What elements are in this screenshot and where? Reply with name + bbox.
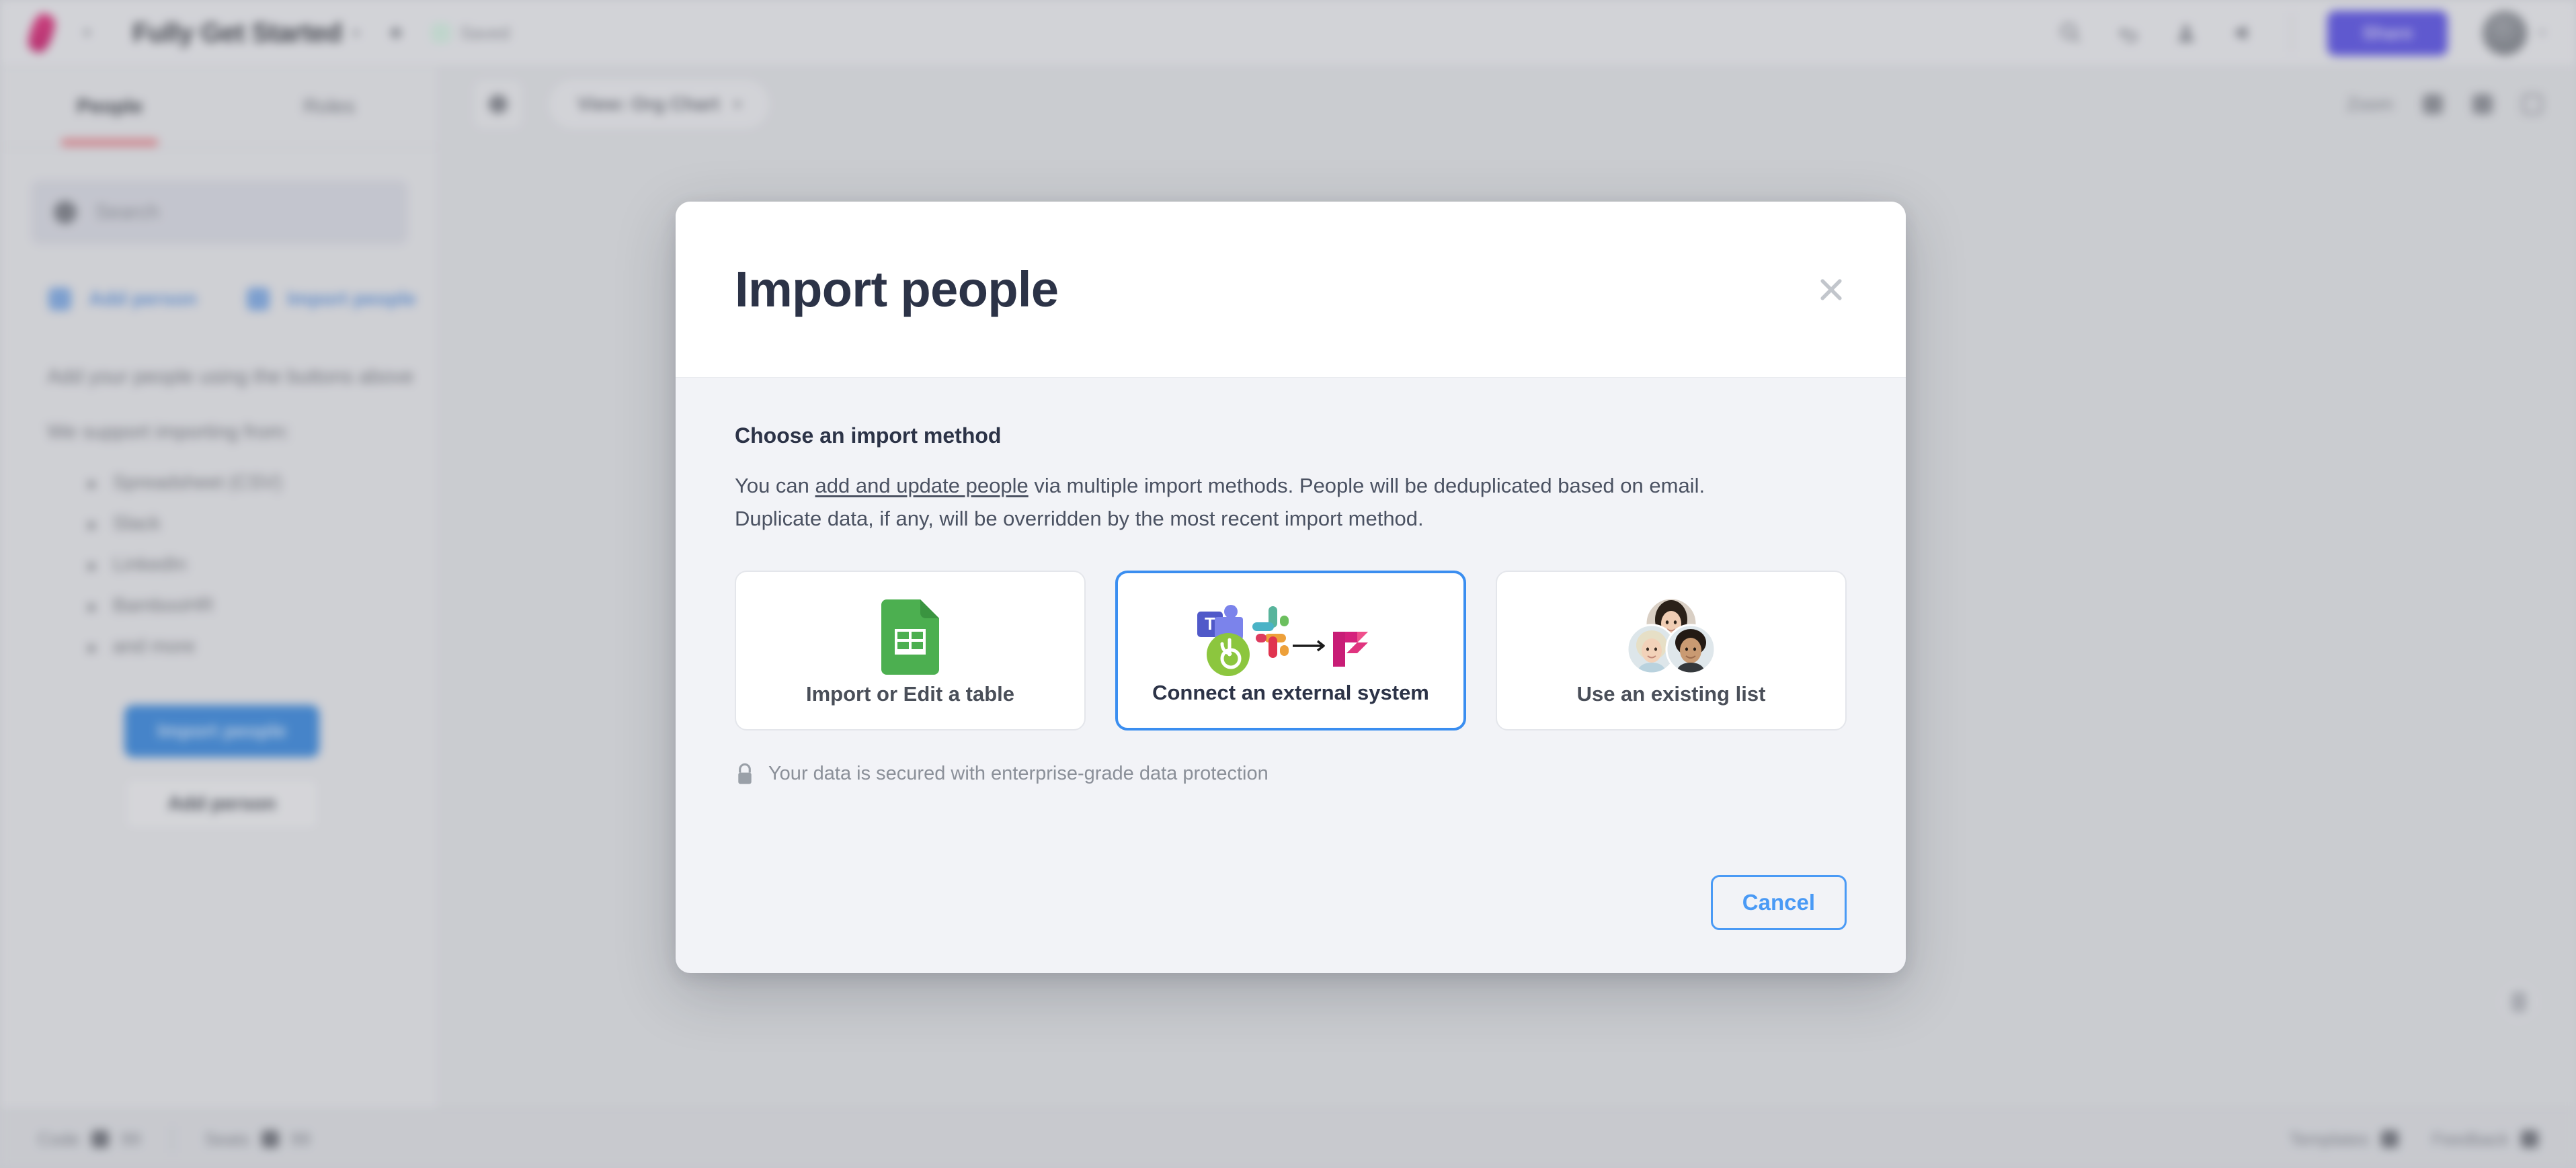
import-method-card-label: Import or Edit a table — [805, 681, 1015, 706]
import-method-card-label: Use an existing list — [1576, 681, 1766, 706]
dialog-body: Choose an import method You can add and … — [676, 378, 1906, 875]
lock-icon — [738, 763, 752, 784]
security-notice-text: Your data is secured with enterprise-gra… — [768, 763, 1269, 785]
close-button[interactable] — [1809, 267, 1853, 312]
add-and-update-people-link[interactable]: add and update people — [815, 474, 1029, 497]
external-systems-arrow-icon: T — [1180, 595, 1402, 679]
arrow-right-icon — [1293, 640, 1325, 652]
bamboohr-icon — [1207, 632, 1250, 676]
import-method-card-connect-an-external-system[interactable]: T Connect an external system — [1115, 570, 1466, 731]
dialog-header: Import people — [676, 202, 1906, 378]
import-method-card-import-or-edit-a-table[interactable]: Import or Edit a table — [735, 570, 1086, 731]
people-avatars-icon — [1621, 595, 1722, 679]
svg-text:T: T — [1205, 614, 1215, 634]
security-notice: Your data is secured with enterprise-gra… — [735, 763, 1847, 786]
import-method-cards: Import or Edit a table T Connect an exte… — [735, 570, 1847, 731]
import-method-card-label: Connect an external system — [1152, 680, 1429, 704]
import-people-dialog: Import people Choose an import method Yo… — [676, 202, 1906, 973]
slack-icon — [1252, 606, 1289, 658]
section-title: Choose an import method — [735, 423, 1002, 448]
close-icon — [1820, 278, 1842, 300]
cancel-button[interactable]: Cancel — [1710, 875, 1847, 930]
section-description: You can add and update people via multip… — [735, 470, 1783, 536]
description-prefix: You can — [735, 474, 815, 497]
import-method-card-use-an-existing-list[interactable]: Use an existing list — [1496, 570, 1847, 731]
fully-logo-icon — [1333, 631, 1368, 667]
google-sheets-icon — [881, 595, 939, 679]
dialog-title: Import people — [735, 261, 1059, 317]
dialog-footer: Cancel — [676, 875, 1906, 973]
